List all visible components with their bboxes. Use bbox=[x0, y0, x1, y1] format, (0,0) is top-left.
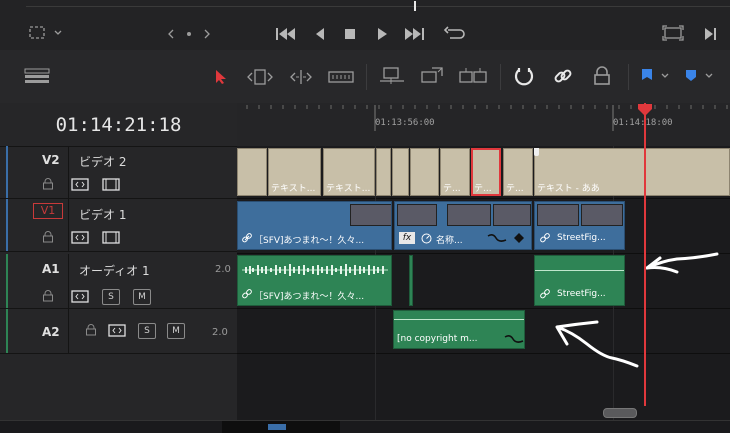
timeline-timecode: 01:14:21:18 bbox=[0, 103, 237, 147]
transport-bar bbox=[0, 0, 730, 51]
loop-icon[interactable] bbox=[442, 25, 466, 43]
track-name[interactable]: ビデオ 2 bbox=[79, 153, 126, 170]
horizontal-scrollbar[interactable] bbox=[603, 408, 637, 418]
track-visibility-icon[interactable] bbox=[102, 231, 120, 244]
edit-page-icon[interactable] bbox=[268, 424, 286, 430]
header-divider bbox=[68, 199, 69, 251]
link-icon[interactable] bbox=[553, 66, 573, 86]
auto-select-icon[interactable] bbox=[108, 324, 126, 337]
track-header-v2: V2 ビデオ 2 bbox=[0, 146, 237, 199]
stop-icon[interactable] bbox=[344, 27, 356, 41]
track-lock-icon[interactable] bbox=[42, 178, 54, 190]
track-level: 2.0 bbox=[212, 327, 228, 338]
blade-icon[interactable] bbox=[328, 69, 354, 85]
mute-button[interactable]: M bbox=[133, 289, 151, 305]
playhead-line[interactable] bbox=[644, 103, 646, 406]
ruler-timecode: 01:13:56:00 bbox=[375, 118, 435, 128]
track-color-strip bbox=[6, 199, 8, 251]
trim-icon[interactable] bbox=[246, 68, 274, 86]
solo-button[interactable]: S bbox=[102, 289, 120, 305]
track-id: A2 bbox=[42, 325, 60, 339]
timeline-ruler[interactable]: 01:13:56:00 01:14:18:00 bbox=[237, 103, 730, 147]
track-header-v1: V1 ビデオ 1 bbox=[0, 199, 237, 252]
annotation-arrows bbox=[555, 252, 719, 368]
track-level: 2.0 bbox=[215, 264, 231, 275]
toolbar-divider bbox=[628, 64, 629, 90]
playhead-handle[interactable] bbox=[637, 103, 653, 117]
rewind-icon[interactable] bbox=[275, 27, 297, 41]
timeline-track-area[interactable]: テキスト... テキスト... テ... テ... テ... テキスト - ああ… bbox=[237, 103, 730, 420]
fullscreen-icon[interactable] bbox=[662, 25, 684, 41]
jog-icon[interactable] bbox=[168, 28, 210, 40]
auto-select-icon[interactable] bbox=[71, 231, 89, 244]
track-header-a2: A2 S M 2.0 bbox=[0, 309, 237, 354]
play-icon[interactable] bbox=[376, 27, 388, 41]
viewer-size-icon[interactable] bbox=[29, 26, 63, 40]
destination-track-selector[interactable]: V1 bbox=[33, 203, 63, 219]
dynamic-trim-icon[interactable] bbox=[287, 68, 315, 86]
overwrite-clip-icon[interactable] bbox=[418, 66, 446, 86]
auto-select-icon[interactable] bbox=[71, 290, 89, 303]
track-visibility-icon[interactable] bbox=[102, 178, 120, 191]
snap-icon[interactable] bbox=[514, 66, 534, 86]
lock-icon[interactable] bbox=[593, 66, 611, 86]
page-navigation-bar bbox=[0, 420, 730, 433]
track-id: A1 bbox=[42, 262, 60, 276]
track-id: V2 bbox=[42, 153, 60, 167]
track-color-strip bbox=[6, 146, 8, 198]
header-divider bbox=[68, 254, 69, 308]
track-lock-icon[interactable] bbox=[85, 324, 97, 336]
track-color-strip bbox=[6, 309, 8, 353]
mute-button[interactable]: M bbox=[167, 323, 185, 339]
track-name[interactable]: オーディオ 1 bbox=[79, 262, 150, 279]
header-divider bbox=[68, 146, 69, 198]
marker-icon[interactable] bbox=[684, 68, 718, 84]
toolbar-divider bbox=[366, 64, 367, 90]
scrub-bar[interactable] bbox=[26, 6, 730, 7]
replace-clip-icon[interactable] bbox=[458, 66, 488, 86]
toolbar-divider bbox=[500, 64, 501, 90]
skip-end-icon[interactable] bbox=[704, 27, 718, 41]
timeline-view-options-icon[interactable] bbox=[24, 68, 50, 84]
select-icon[interactable] bbox=[214, 69, 228, 85]
track-color-strip bbox=[6, 254, 8, 308]
header-divider bbox=[68, 309, 69, 353]
fast-forward-icon[interactable] bbox=[404, 27, 426, 41]
insert-clip-icon[interactable] bbox=[378, 66, 406, 86]
solo-button[interactable]: S bbox=[138, 323, 156, 339]
track-lock-icon[interactable] bbox=[42, 231, 54, 243]
ruler-timecode: 01:14:18:00 bbox=[613, 118, 673, 128]
track-lock-icon[interactable] bbox=[42, 290, 54, 302]
step-back-icon[interactable] bbox=[314, 27, 326, 41]
auto-select-icon[interactable] bbox=[71, 178, 89, 191]
track-name[interactable]: ビデオ 1 bbox=[79, 206, 126, 223]
track-header-a1: A1 オーディオ 1 2.0 S M bbox=[0, 254, 237, 309]
scrub-handle[interactable] bbox=[414, 1, 416, 11]
flag-icon[interactable] bbox=[640, 68, 674, 84]
edit-toolbar bbox=[0, 50, 730, 104]
